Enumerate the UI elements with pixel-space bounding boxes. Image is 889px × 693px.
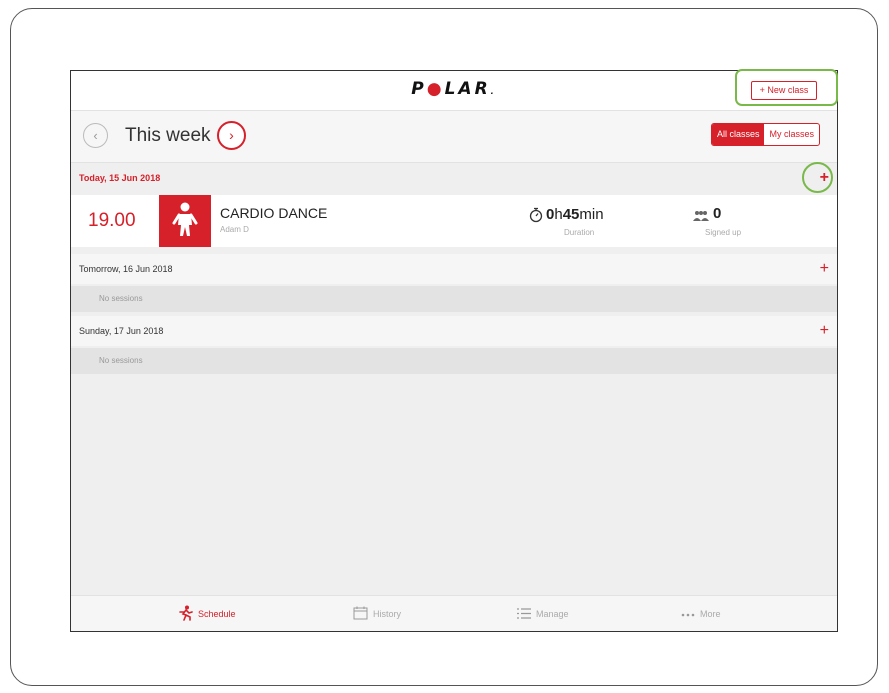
signed-up-label: Signed up <box>705 228 742 237</box>
dance-class-icon <box>159 195 211 247</box>
class-duration: 0h45min <box>546 206 604 223</box>
new-class-highlight <box>735 69 838 106</box>
day-header-label: Today, 15 Jun 2018 <box>79 173 161 183</box>
day-header-sunday: Sunday, 17 Jun 2018 + <box>71 316 837 346</box>
calendar-icon <box>353 606 368 622</box>
add-session-button[interactable]: + <box>820 316 829 346</box>
signed-up-count: 0 <box>713 205 722 222</box>
my-classes-tab[interactable]: My classes <box>764 124 819 145</box>
add-session-button[interactable]: + <box>820 254 829 284</box>
no-sessions-row: No sessions <box>71 286 837 312</box>
day-header-tomorrow: Tomorrow, 16 Jun 2018 + <box>71 254 837 284</box>
all-classes-tab[interactable]: All classes <box>711 124 765 145</box>
day-header-label: Tomorrow, 16 Jun 2018 <box>79 264 173 274</box>
app-header: P●LAR. + New class <box>71 71 837 111</box>
week-navigation: ‹ This week › All classes My classes <box>71 111 837 163</box>
tab-history[interactable]: History <box>353 596 402 631</box>
day-header-label: Sunday, 17 Jun 2018 <box>79 326 164 336</box>
class-instructor: Adam D <box>220 225 249 234</box>
add-session-highlight <box>802 162 833 193</box>
class-time: 19.00 <box>88 210 136 231</box>
more-dots-icon <box>681 609 695 619</box>
polar-logo: P●LAR. <box>411 79 497 99</box>
tab-label: History <box>373 609 402 619</box>
stopwatch-icon <box>529 207 543 228</box>
runner-icon <box>179 605 193 623</box>
class-name: CARDIO DANCE <box>220 205 328 221</box>
duration-label: Duration <box>564 228 595 237</box>
tab-schedule[interactable]: Schedule <box>179 596 236 631</box>
no-sessions-row: No sessions <box>71 348 837 374</box>
tab-label: Manage <box>536 609 569 619</box>
app-screen: P●LAR. + New class ‹ This week › All cla… <box>70 70 838 632</box>
tab-manage[interactable]: Manage <box>517 596 569 631</box>
chevron-right-icon[interactable]: › <box>217 121 246 150</box>
list-icon <box>517 607 531 621</box>
day-header-today: Today, 15 Jun 2018 + <box>71 163 837 193</box>
chevron-left-icon[interactable]: ‹ <box>83 123 108 148</box>
participants-icon <box>692 209 710 227</box>
tab-label: More <box>700 609 721 619</box>
bottom-tab-bar: Schedule History Manage More <box>71 595 837 631</box>
class-session-row[interactable]: 19.00 CARDIO DANCE Adam D 0h45min Durati… <box>71 195 837 247</box>
class-filter-toggle: All classes My classes <box>710 123 820 146</box>
tab-label: Schedule <box>198 609 236 619</box>
tab-more[interactable]: More <box>681 596 721 631</box>
week-title: This week <box>125 125 211 146</box>
